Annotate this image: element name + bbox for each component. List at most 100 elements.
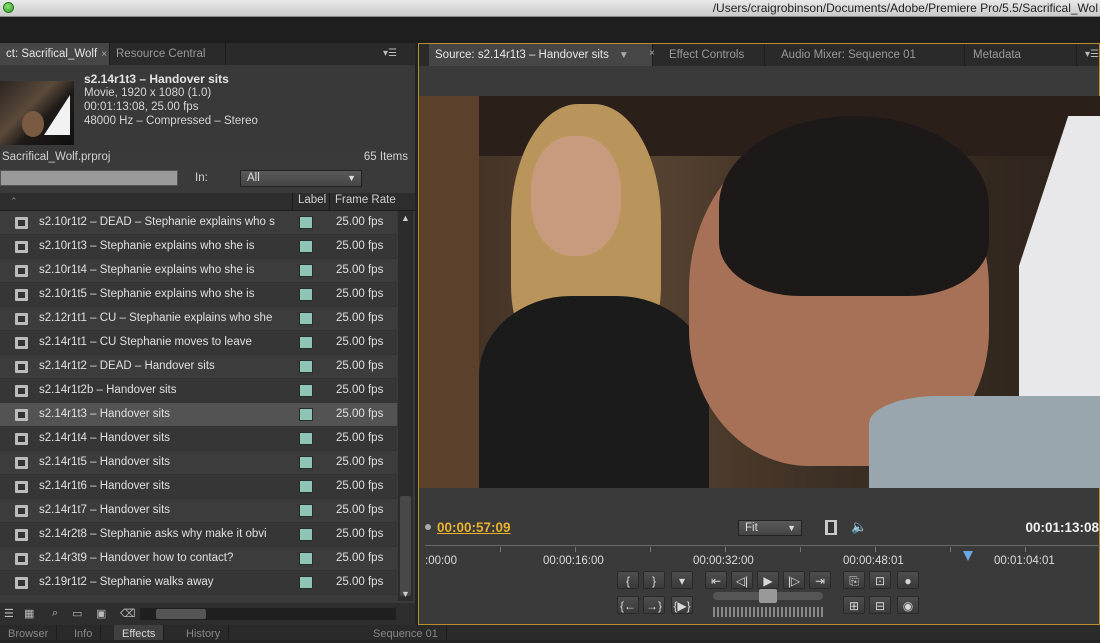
tab-browser[interactable]: Browser <box>0 625 58 640</box>
add-marker-icon[interactable]: ▾ <box>671 571 693 589</box>
column-frame-rate[interactable]: Frame Rate <box>335 194 396 206</box>
close-icon[interactable]: × <box>649 48 655 59</box>
list-item[interactable]: s2.14r1t2 – DEAD – Handover sits 25.00 fp… <box>0 355 397 379</box>
list-item[interactable]: s2.10r1t4 – Stephanie explains who she i… <box>0 259 397 283</box>
list-item[interactable]: s2.10r1t2 – DEAD – Stephanie explains wh… <box>0 211 397 235</box>
drag-audio-icon[interactable]: 🔈 <box>851 519 867 535</box>
label-swatch[interactable] <box>299 264 313 277</box>
horizontal-scrollbar[interactable] <box>140 608 396 620</box>
tab-metadata[interactable]: Metadata <box>967 44 1077 66</box>
tab-source[interactable]: Source: s2.14r1t3 – Handover sits ▼ <box>429 44 653 66</box>
export-frame-icon[interactable]: ◉ <box>897 596 919 614</box>
scroll-down-icon[interactable]: ▼ <box>401 589 410 599</box>
sort-arrow-icon[interactable]: ⌃ <box>10 196 18 207</box>
go-to-in-icon[interactable]: ⇤ <box>705 571 727 589</box>
list-item[interactable]: s2.14r1t7 – Handover sits 25.00 fps <box>0 499 397 523</box>
label-swatch[interactable] <box>299 288 313 301</box>
label-swatch[interactable] <box>299 336 313 349</box>
find-icon[interactable]: ⌕ <box>52 607 58 620</box>
tab-sequence[interactable]: Sequence 01 <box>365 625 447 640</box>
label-swatch[interactable] <box>299 312 313 325</box>
safe-margins-icon[interactable]: ⊡ <box>869 571 891 589</box>
lift-icon[interactable]: ⊟ <box>869 596 891 614</box>
tab-effect-controls[interactable]: Effect Controls <box>663 44 765 66</box>
list-item[interactable]: s2.14r1t4 – Handover sits 25.00 fps <box>0 427 397 451</box>
column-label[interactable]: Label <box>298 194 326 206</box>
step-forward-icon[interactable]: |▷ <box>783 571 805 589</box>
insert-icon[interactable]: ⎘ <box>843 571 865 589</box>
list-item-selected[interactable]: s2.14r1t3 – Handover sits 25.00 fps <box>0 403 397 427</box>
list-item[interactable]: s2.14r1t1 – CU Stephanie moves to leave 2… <box>0 331 397 355</box>
clip-item-name: s2.10r1t5 – Stephanie explains who she i… <box>39 288 255 300</box>
list-view-icon[interactable]: ☰ <box>4 607 14 620</box>
window-zoom-button[interactable] <box>3 2 14 13</box>
shuttle-knob[interactable] <box>759 589 777 603</box>
mark-in-icon[interactable]: { <box>617 571 639 589</box>
list-item[interactable]: s2.14r1t6 – Handover sits 25.00 fps <box>0 475 397 499</box>
list-item[interactable]: s2.14r2t8 – Stephanie asks why make it o… <box>0 523 397 547</box>
panel-menu-icon[interactable]: ▾☰ <box>383 48 397 59</box>
current-timecode[interactable]: 00:00:57:09 <box>437 520 511 535</box>
play-in-to-out-icon[interactable]: {▶} <box>671 596 693 614</box>
list-item[interactable]: s2.14r3t9 – Handover how to contact? 25.0… <box>0 547 397 571</box>
tab-project[interactable]: ct: Sacrifical_Wolf × <box>0 43 110 65</box>
label-swatch[interactable] <box>299 384 313 397</box>
clip-item-fps: 25.00 fps <box>336 432 384 444</box>
label-swatch[interactable] <box>299 456 313 469</box>
tab-info[interactable]: Info <box>66 625 102 640</box>
list-item[interactable]: s2.10r1t3 – Stephanie explains who she i… <box>0 235 397 259</box>
playhead[interactable] <box>963 551 973 561</box>
new-bin-icon[interactable]: ▭ <box>72 607 82 620</box>
list-item[interactable]: s2.19r1t2 – Stephanie walks away 25.00 fp… <box>0 571 397 595</box>
tab-effects[interactable]: Effects <box>114 625 165 640</box>
trash-icon[interactable]: ⌫ <box>120 607 136 620</box>
go-to-in-point-icon[interactable]: {← <box>617 596 639 614</box>
window-title-path: /Users/craigrobinson/Documents/Adobe/Pre… <box>712 1 1098 15</box>
label-swatch[interactable] <box>299 216 313 229</box>
overlay-icon[interactable]: ⊞ <box>843 596 865 614</box>
go-to-out-icon[interactable]: ⇥ <box>809 571 831 589</box>
scroll-up-icon[interactable]: ▲ <box>401 213 410 223</box>
tab-audio-mixer[interactable]: Audio Mixer: Sequence 01 <box>775 44 965 66</box>
vertical-scrollbar[interactable]: ▲ ▼ <box>398 211 413 601</box>
play-icon[interactable]: ▶ <box>757 571 779 589</box>
drag-video-icon[interactable] <box>825 520 837 535</box>
tab-resource-central[interactable]: Resource Central <box>110 43 226 65</box>
scroll-thumb[interactable] <box>400 496 411 596</box>
label-swatch[interactable] <box>299 552 313 565</box>
label-swatch[interactable] <box>299 528 313 541</box>
mark-out-icon[interactable]: } <box>643 571 665 589</box>
step-back-icon[interactable]: ◁| <box>731 571 753 589</box>
output-icon[interactable]: ● <box>897 571 919 589</box>
list-item[interactable]: s2.12r1t1 – CU – Stephanie explains who … <box>0 307 397 331</box>
ruler-tick: 00:01:04:01 <box>994 555 1055 567</box>
jog-wheel[interactable] <box>713 607 823 617</box>
label-swatch[interactable] <box>299 576 313 589</box>
label-swatch[interactable] <box>299 432 313 445</box>
new-item-icon[interactable]: ▣ <box>96 607 106 620</box>
label-swatch[interactable] <box>299 504 313 517</box>
label-swatch[interactable] <box>299 360 313 373</box>
tab-history[interactable]: History <box>178 625 230 640</box>
label-swatch[interactable] <box>299 240 313 253</box>
fit-dropdown[interactable]: Fit ▼ <box>738 520 802 536</box>
close-icon[interactable]: × <box>101 49 107 60</box>
clip-item-name: s2.10r1t3 – Stephanie explains who she i… <box>39 240 255 252</box>
panel-menu-icon[interactable]: ▾☰ <box>1085 49 1099 60</box>
in-dropdown[interactable]: All ▼ <box>240 170 362 187</box>
chevron-down-icon[interactable]: ▼ <box>619 50 629 61</box>
list-item[interactable]: s2.14r1t2b – Handover sits 25.00 fps <box>0 379 397 403</box>
icon-view-icon[interactable]: ▦ <box>24 607 34 620</box>
label-swatch[interactable] <box>299 480 313 493</box>
shuttle-slider[interactable] <box>713 589 823 603</box>
go-to-out-point-icon[interactable]: →} <box>643 596 665 614</box>
video-preview[interactable] <box>419 96 1100 488</box>
tab-sequence-label: Sequence 01 <box>373 628 438 640</box>
hscroll-thumb[interactable] <box>156 609 206 619</box>
in-dropdown-value: All <box>247 172 260 184</box>
label-swatch[interactable] <box>299 408 313 421</box>
list-item[interactable]: s2.10r1t5 – Stephanie explains who she i… <box>0 283 397 307</box>
time-ruler[interactable]: :00:00 00:00:16:00 00:00:32:00 00:00:48:… <box>425 541 1100 567</box>
search-input[interactable] <box>0 170 178 186</box>
list-item[interactable]: s2.14r1t5 – Handover sits 25.00 fps <box>0 451 397 475</box>
